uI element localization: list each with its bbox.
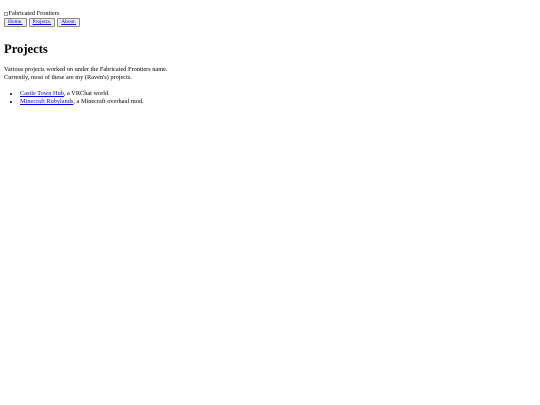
intro-line-1: Various projects worked on under the Fab… (4, 66, 168, 74)
main-nav: Home. Projects. About. (4, 18, 540, 28)
site-logo[interactable]: Fabricated Frontiers (4, 10, 59, 18)
project-link-minecraft-rubylands[interactable]: Minecraft Rubylands (20, 98, 73, 105)
nav-projects-button[interactable]: Projects. (28, 18, 56, 28)
project-link-castle-town-hub[interactable]: Castle Town Hub (20, 90, 64, 97)
page-title: Projects (4, 42, 48, 57)
project-description: , a VRChat world. (63, 90, 110, 98)
project-description: , a Minecraft overhaul mod. (73, 98, 144, 106)
intro-line-2: Currently, most of these are my (Raven's… (4, 74, 132, 82)
page: Fabricated Frontiers Home. Projects. Abo… (0, 0, 540, 106)
nav-home-button[interactable]: Home. (4, 18, 27, 28)
list-item: Minecraft Rubylands, a Minecraft overhau… (20, 98, 540, 106)
broken-image-icon (4, 11, 8, 16)
intro-text: Various projects worked on under the Fab… (4, 66, 540, 82)
project-list: Castle Town Hub, a VRChat world. Minecra… (4, 90, 540, 106)
logo-alt-text: Fabricated Frontiers (8, 10, 60, 17)
list-item: Castle Town Hub, a VRChat world. (20, 90, 540, 98)
nav-about-button[interactable]: About. (57, 18, 81, 28)
